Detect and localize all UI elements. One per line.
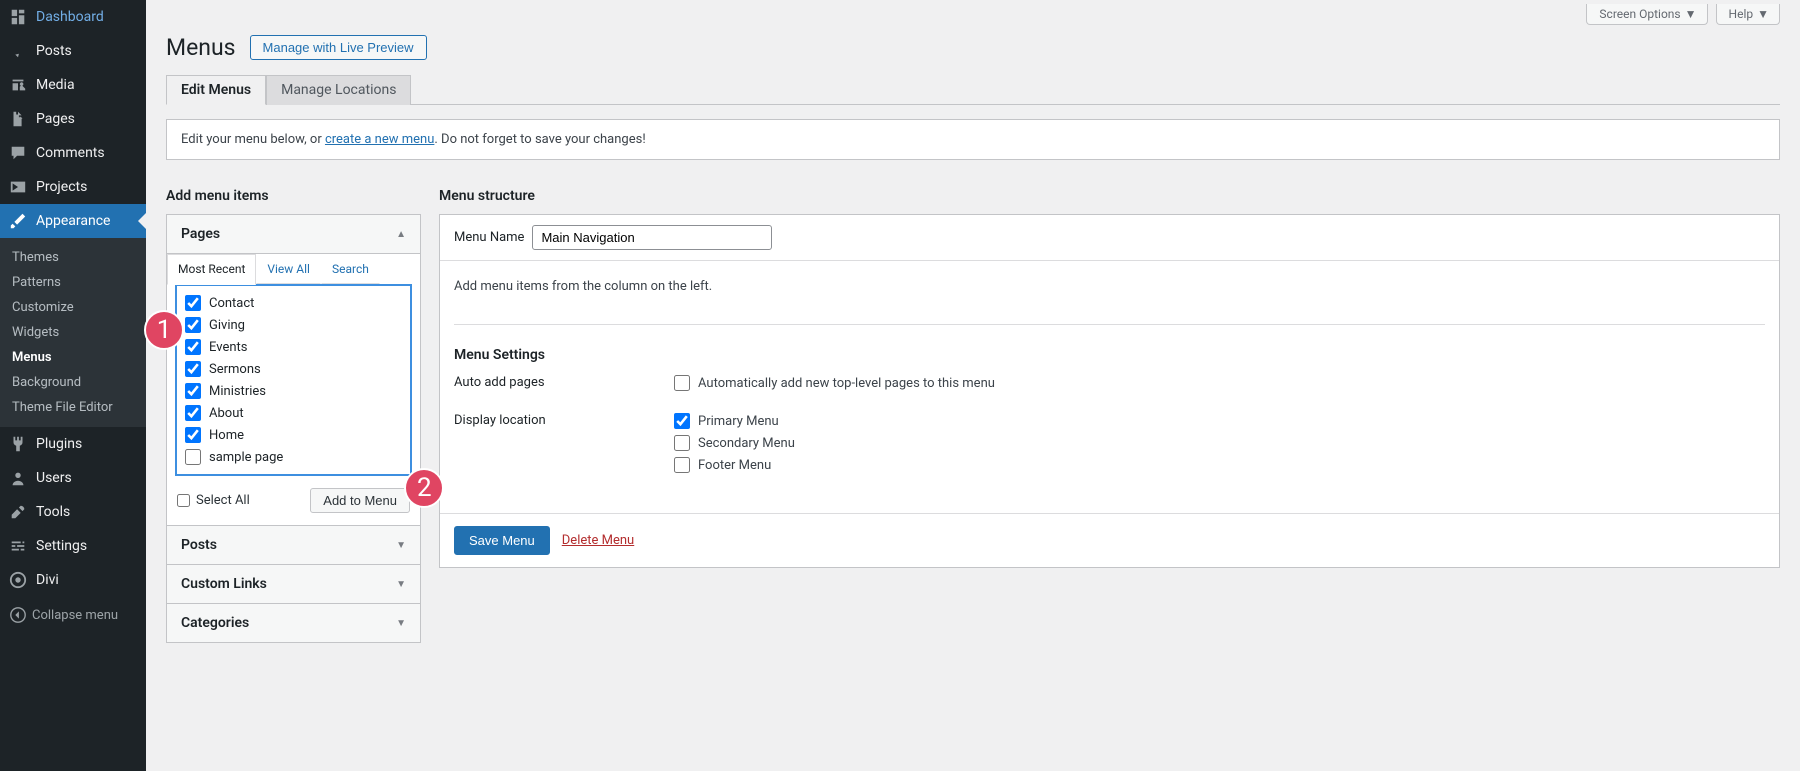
sidebar-item-comments[interactable]: Comments xyxy=(0,136,146,170)
sidebar-item-projects[interactable]: Projects xyxy=(0,170,146,204)
panel-pages-head[interactable]: Pages▲ xyxy=(167,215,420,254)
sidebar-item-divi[interactable]: Divi xyxy=(0,563,146,597)
users-icon xyxy=(8,468,28,488)
add-to-menu-button[interactable]: Add to Menu xyxy=(310,488,410,513)
display-location-label: Display location xyxy=(454,413,674,479)
page-check-events[interactable] xyxy=(185,339,201,355)
brush-icon xyxy=(8,211,28,231)
sidebar-item-appearance[interactable]: Appearance xyxy=(0,204,146,238)
badge-1: 1 xyxy=(144,310,184,350)
triangle-down-icon: ▼ xyxy=(396,579,406,590)
triangle-up-icon: ▲ xyxy=(396,229,406,240)
sidebar-item-pages[interactable]: Pages xyxy=(0,102,146,136)
menu-name-input[interactable] xyxy=(532,225,772,250)
auto-add-check[interactable] xyxy=(674,375,690,391)
sidebar-item-plugins[interactable]: Plugins xyxy=(0,427,146,461)
page-check-ministries[interactable] xyxy=(185,383,201,399)
badge-2: 2 xyxy=(404,468,444,508)
sidebar-item-users[interactable]: Users xyxy=(0,461,146,495)
settings-icon xyxy=(8,536,28,556)
submenu-menus[interactable]: Menus xyxy=(0,345,146,370)
sidebar-item-media[interactable]: Media xyxy=(0,68,146,102)
dashboard-icon xyxy=(8,7,28,27)
save-menu-button[interactable]: Save Menu xyxy=(454,526,550,555)
comments-icon xyxy=(8,143,28,163)
menu-structure-heading: Menu structure xyxy=(439,188,1780,204)
loc-secondary-check[interactable] xyxy=(674,435,690,451)
pages-icon xyxy=(8,109,28,129)
submenu-theme-editor[interactable]: Theme File Editor xyxy=(0,395,146,420)
sub-tab-view-all[interactable]: View All xyxy=(256,254,321,284)
collapse-icon xyxy=(8,605,28,625)
projects-icon xyxy=(8,177,28,197)
submenu-customize[interactable]: Customize xyxy=(0,295,146,320)
page-title: Menus xyxy=(166,34,236,61)
sidebar-item-dashboard[interactable]: Dashboard xyxy=(0,0,146,34)
live-preview-button[interactable]: Manage with Live Preview xyxy=(250,35,427,60)
triangle-down-icon: ▼ xyxy=(396,618,406,629)
auto-add-label: Auto add pages xyxy=(454,375,674,397)
edit-notice: Edit your menu below, or create a new me… xyxy=(166,119,1780,160)
tools-icon xyxy=(8,502,28,522)
page-check-giving[interactable] xyxy=(185,317,201,333)
page-check-contact[interactable] xyxy=(185,295,201,311)
tab-edit-menus[interactable]: Edit Menus xyxy=(166,75,266,105)
menu-settings-heading: Menu Settings xyxy=(454,324,1765,363)
sidebar-item-posts[interactable]: Posts xyxy=(0,34,146,68)
page-check-home[interactable] xyxy=(185,427,201,443)
page-check-sermons[interactable] xyxy=(185,361,201,377)
appearance-submenu: Themes Patterns Customize Widgets Menus … xyxy=(0,238,146,427)
media-icon xyxy=(8,75,28,95)
caret-down-icon: ▼ xyxy=(1685,7,1697,21)
pages-checklist: Contact Giving Events Sermons Ministries… xyxy=(175,284,412,476)
select-all-check[interactable] xyxy=(177,494,190,507)
panel-custom-head[interactable]: Custom Links▼ xyxy=(167,565,420,604)
divi-icon xyxy=(8,570,28,590)
add-items-heading: Add menu items xyxy=(166,188,421,204)
plugin-icon xyxy=(8,434,28,454)
sub-tab-recent[interactable]: Most Recent xyxy=(167,254,256,285)
caret-down-icon: ▼ xyxy=(1757,7,1769,21)
submenu-patterns[interactable]: Patterns xyxy=(0,270,146,295)
help-button[interactable]: Help ▼ xyxy=(1716,4,1780,25)
sub-tab-search[interactable]: Search xyxy=(321,254,380,284)
panel-categories-head[interactable]: Categories▼ xyxy=(167,604,420,642)
submenu-widgets[interactable]: Widgets xyxy=(0,320,146,345)
submenu-themes[interactable]: Themes xyxy=(0,245,146,270)
triangle-down-icon: ▼ xyxy=(396,540,406,551)
screen-options-button[interactable]: Screen Options ▼ xyxy=(1586,4,1707,25)
sidebar-item-tools[interactable]: Tools xyxy=(0,495,146,529)
pin-icon xyxy=(8,41,28,61)
loc-footer-check[interactable] xyxy=(674,457,690,473)
loc-primary-check[interactable] xyxy=(674,413,690,429)
menu-hint: Add menu items from the column on the le… xyxy=(454,279,1765,294)
menu-name-label: Menu Name xyxy=(454,230,524,245)
panel-posts-head[interactable]: Posts▼ xyxy=(167,526,420,565)
collapse-menu[interactable]: Collapse menu xyxy=(0,597,146,633)
submenu-background[interactable]: Background xyxy=(0,370,146,395)
delete-menu-link[interactable]: Delete Menu xyxy=(562,533,634,548)
sidebar-item-settings[interactable]: Settings xyxy=(0,529,146,563)
page-check-about[interactable] xyxy=(185,405,201,421)
page-check-sample[interactable] xyxy=(185,449,201,465)
create-menu-link[interactable]: create a new menu xyxy=(325,132,434,147)
tab-manage-locations[interactable]: Manage Locations xyxy=(266,75,411,105)
